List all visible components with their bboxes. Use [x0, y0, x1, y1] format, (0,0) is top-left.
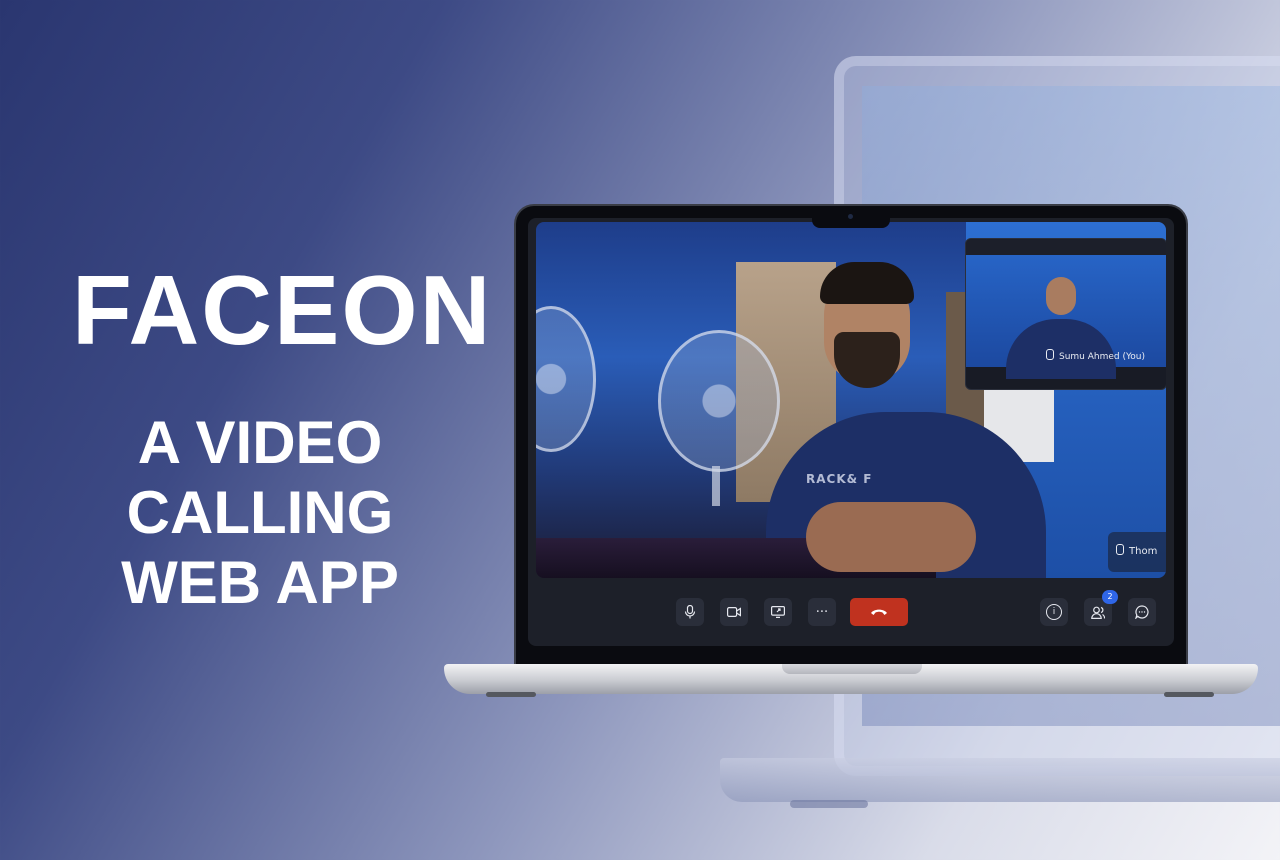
mic-icon	[684, 605, 696, 619]
remote-name: Thom	[1129, 546, 1158, 557]
self-view-tile[interactable]: Sumu Ahmed (You)	[965, 238, 1166, 390]
self-name-tag: Sumu Ahmed (You)	[1046, 349, 1145, 362]
end-call-button[interactable]	[850, 598, 908, 626]
hero-subtitle-line: WEB APP	[121, 549, 399, 616]
info-button[interactable]: i	[1040, 598, 1068, 626]
self-view-header	[966, 239, 1166, 255]
laptop-foot	[1164, 692, 1214, 697]
self-name: Sumu Ahmed (You)	[1059, 352, 1146, 362]
chat-icon	[1135, 605, 1149, 619]
self-person-head	[1046, 277, 1076, 315]
screen-share-button[interactable]	[764, 598, 792, 626]
fan	[658, 330, 780, 472]
hero-subtitle-line: A VIDEO	[137, 409, 383, 476]
laptop-base-lip	[782, 664, 922, 674]
background-laptop-foot	[790, 800, 868, 808]
participants-icon	[1091, 606, 1105, 619]
phone-hangup-icon	[871, 609, 887, 615]
person-hands	[806, 502, 976, 572]
background-laptop-base	[720, 758, 1280, 802]
mic-icon	[1046, 349, 1054, 360]
shirt-print: RACK& F	[806, 472, 873, 486]
camera-button[interactable]	[720, 598, 748, 626]
mic-icon	[1116, 544, 1124, 555]
more-options-button[interactable]: ···	[808, 598, 836, 626]
laptop-foot	[486, 692, 536, 697]
person-hair	[820, 262, 914, 304]
hero-subtitle-line: CALLING	[126, 479, 394, 546]
fan	[536, 306, 596, 452]
video-call-screen: RACK& F Thom Sumu Ahmed (You) ··· i 2	[528, 218, 1174, 646]
info-icon: i	[1046, 604, 1062, 620]
person-beard	[834, 332, 900, 388]
hero-subtitle: A VIDEO CALLING WEB APP	[90, 408, 430, 618]
participant-count-badge: 2	[1102, 590, 1118, 604]
fan-stand	[712, 466, 720, 506]
mic-button[interactable]	[676, 598, 704, 626]
camera-icon	[727, 607, 741, 617]
webcam-dot	[848, 214, 853, 219]
remote-video-feed[interactable]: RACK& F Thom Sumu Ahmed (You)	[536, 222, 1166, 578]
remote-name-tag: Thom	[1108, 532, 1166, 572]
screen-share-icon	[771, 606, 785, 618]
hero-title: FACEON	[72, 255, 493, 365]
call-control-bar: ··· i 2	[528, 590, 1174, 634]
chat-button[interactable]	[1128, 598, 1156, 626]
